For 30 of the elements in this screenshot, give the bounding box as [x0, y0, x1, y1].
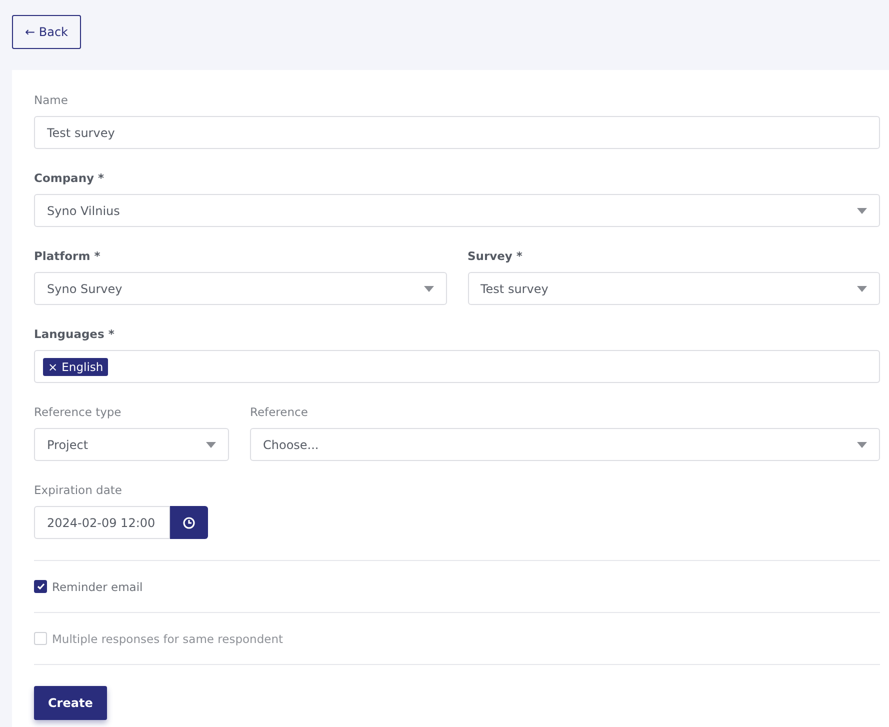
- checkbox-label: Multiple responses for same respondent: [52, 632, 283, 646]
- caret-icon: [857, 208, 867, 214]
- caret-icon: [857, 286, 867, 292]
- caret-icon: [206, 442, 216, 448]
- check-icon: [36, 583, 44, 590]
- select-field[interactable]: Test survey: [468, 272, 880, 305]
- field-label: Platform *: [34, 248, 102, 265]
- caret-icon: [424, 286, 434, 292]
- back-button[interactable]: ← Back: [12, 15, 82, 49]
- field-label: Name: [34, 92, 69, 109]
- date-input[interactable]: 2024-02-09 12:00: [34, 506, 170, 539]
- checkbox-label: Reminder email: [52, 580, 143, 594]
- select-field[interactable]: Syno Survey: [34, 272, 446, 305]
- field-label: Languages *: [34, 326, 116, 343]
- create-button[interactable]: Create: [34, 686, 107, 720]
- field-label: Reference: [250, 404, 309, 421]
- field-label: Survey *: [468, 248, 524, 265]
- checkbox[interactable]: [34, 580, 47, 593]
- date-picker-button[interactable]: [170, 506, 208, 539]
- text-input[interactable]: Test survey: [34, 116, 880, 149]
- field-label: Expiration date: [34, 482, 123, 499]
- select-field[interactable]: Project: [34, 428, 229, 461]
- select-field[interactable]: Syno Vilnius: [34, 194, 880, 227]
- clock-icon: [183, 516, 195, 530]
- select-field[interactable]: Choose...: [250, 428, 880, 461]
- language-tag[interactable]: × English: [43, 358, 108, 376]
- caret-icon: [857, 442, 867, 448]
- field-label: Company *: [34, 170, 106, 187]
- field-label: Reference type: [34, 404, 122, 421]
- tags-field[interactable]: × English: [34, 350, 880, 383]
